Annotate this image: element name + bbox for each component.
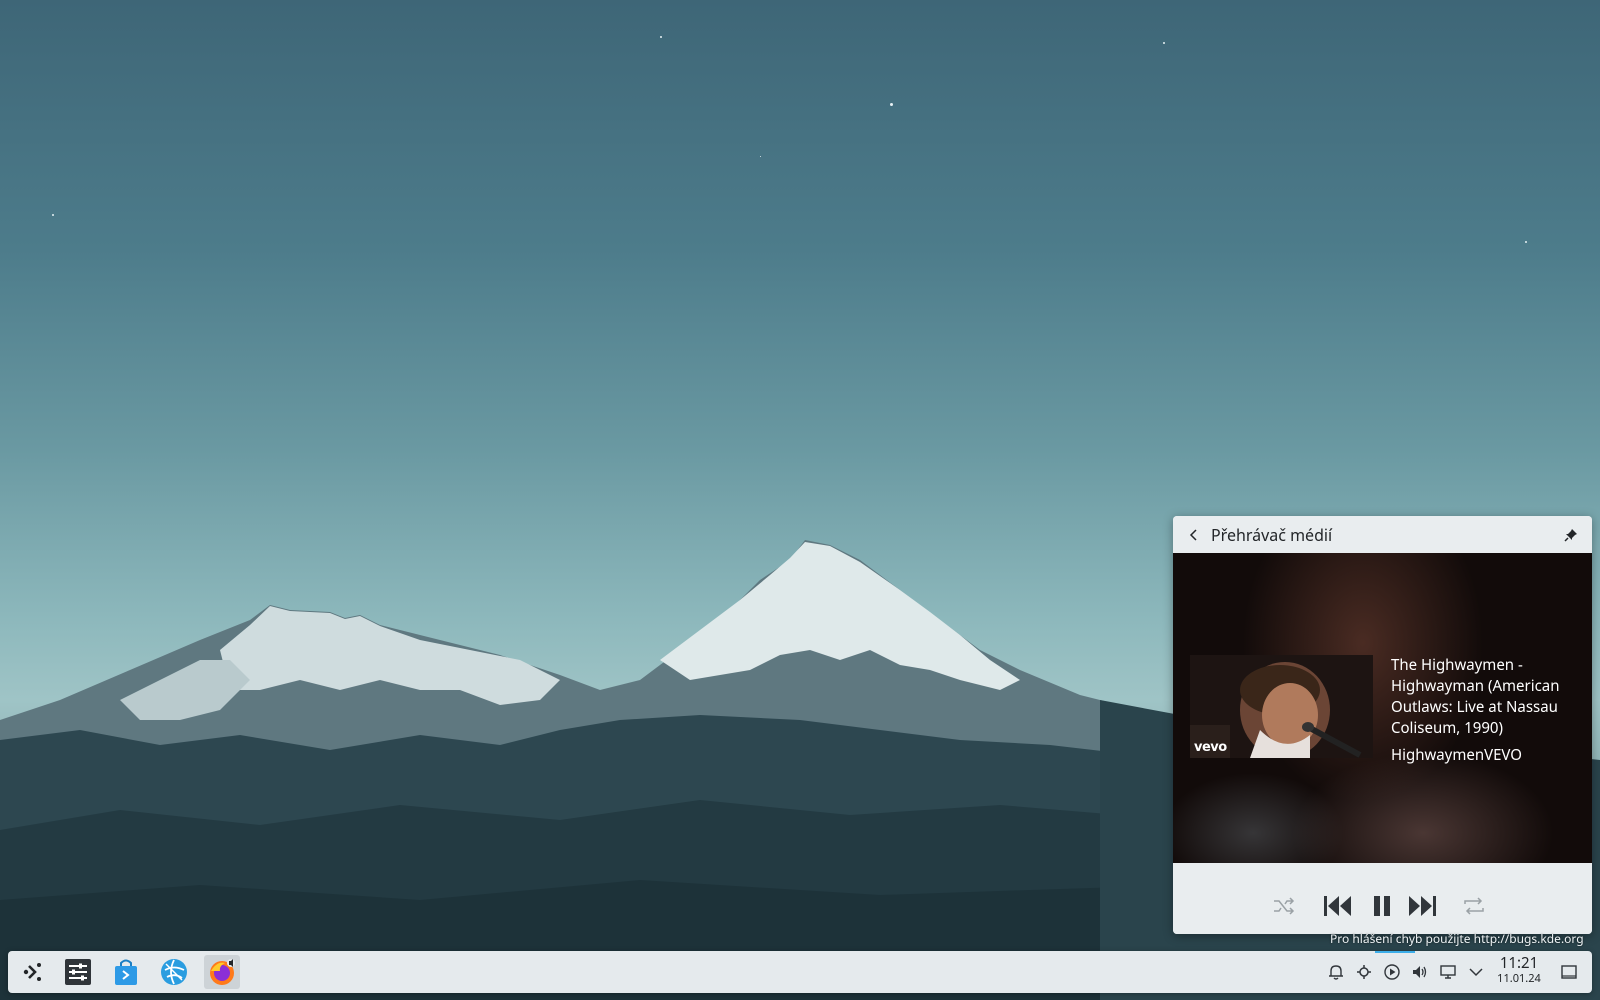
kde-connect-icon[interactable] [1354, 962, 1374, 982]
expand-tray-icon[interactable] [1466, 962, 1486, 982]
skip-previous-icon[interactable] [1323, 891, 1353, 921]
repeat-icon[interactable] [1459, 891, 1489, 921]
chevron-left-icon[interactable] [1183, 524, 1205, 546]
popup-header: Přehrávač médií [1173, 516, 1592, 554]
taskbar: 11:21 11.01.24 [8, 951, 1592, 993]
notifications-icon[interactable] [1326, 962, 1346, 982]
track-title: The Highwaymen - Highwayman (American Ou… [1391, 655, 1560, 738]
media-player-popup: Přehrávač médií vevo The Highwaymen - Hi… [1173, 516, 1592, 934]
star [1525, 241, 1527, 243]
media-area: vevo The Highwaymen - Highwayman (Americ… [1173, 553, 1592, 863]
star [52, 214, 54, 216]
track-info: The Highwaymen - Highwayman (American Ou… [1391, 655, 1581, 766]
globe-icon[interactable] [156, 955, 192, 989]
skip-next-icon[interactable] [1407, 891, 1437, 921]
network-icon[interactable] [1438, 962, 1458, 982]
track-artist: HighwaymenVEVO [1391, 745, 1522, 765]
clock-date: 11.01.24 [1497, 971, 1541, 986]
player-controls [1173, 863, 1592, 934]
tray-active-indicator [1375, 951, 1415, 953]
pause-icon[interactable] [1367, 891, 1397, 921]
shuffle-icon[interactable] [1269, 891, 1299, 921]
album-art: vevo [1190, 655, 1373, 758]
clock-time: 11:21 [1499, 953, 1539, 973]
vevo-watermark: vevo [1194, 740, 1227, 755]
volume-icon[interactable] [1410, 962, 1430, 982]
digital-clock[interactable]: 11:21 11.01.24 [1494, 955, 1544, 986]
kde-launcher-icon[interactable] [14, 955, 50, 989]
show-desktop-icon[interactable] [1559, 962, 1579, 982]
firefox-icon[interactable] [204, 955, 240, 989]
media-player-icon[interactable] [1382, 962, 1402, 982]
pin-icon[interactable] [1560, 524, 1582, 546]
popup-title: Přehrávač médií [1211, 523, 1333, 546]
star [760, 156, 761, 157]
shopping-bag-icon[interactable] [108, 955, 144, 989]
star [660, 36, 662, 38]
bug-report-hint: Pro hlášení chyb použijte http://bugs.kd… [1330, 930, 1584, 947]
star [1163, 42, 1165, 44]
settings-sliders-icon[interactable] [60, 955, 96, 989]
star [890, 103, 893, 106]
